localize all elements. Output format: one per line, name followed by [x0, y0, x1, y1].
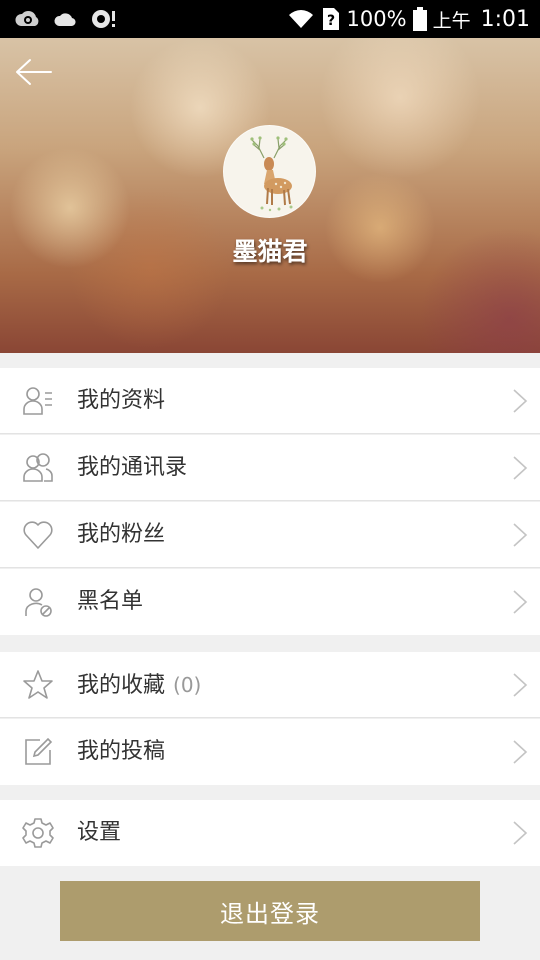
- heart-icon: [23, 521, 53, 549]
- username: 墨猫君: [232, 237, 308, 266]
- menu-label: 我的粉丝: [77, 522, 166, 547]
- deer-illustration: [250, 136, 293, 212]
- battery-percent: 100%: [346, 7, 407, 31]
- chevron-right-icon: [513, 456, 528, 480]
- logout-button[interactable]: 退出登录: [60, 881, 480, 941]
- back-button[interactable]: [12, 52, 56, 92]
- chevron-right-icon: [513, 590, 528, 614]
- contacts-icon: [23, 453, 53, 482]
- sim-unknown-icon: ?: [322, 8, 339, 30]
- cloud-icon: [54, 13, 76, 27]
- menu-item-blacklist[interactable]: 黑名单: [0, 569, 540, 635]
- svg-text:?: ?: [326, 13, 334, 29]
- menu-label: 我的投稿: [77, 739, 166, 764]
- wifi-icon: [288, 10, 313, 28]
- avatar[interactable]: [223, 125, 316, 218]
- battery-icon: [412, 7, 427, 31]
- favorites-count: (0): [173, 673, 202, 697]
- edit-icon: [25, 737, 53, 765]
- gear-icon: [22, 818, 54, 848]
- menu-label: 黑名单: [77, 589, 144, 614]
- menu-item-settings[interactable]: 设置: [0, 800, 540, 866]
- clock-ampm: 上午: [432, 9, 471, 32]
- menu-item-fans[interactable]: 我的粉丝: [0, 502, 540, 568]
- cloud-sync-icon: [15, 10, 39, 26]
- profile-info-icon: [23, 387, 52, 415]
- menu-label: 设置: [77, 820, 122, 845]
- menu-item-favorites[interactable]: 我的收藏 (0): [0, 652, 540, 718]
- chevron-right-icon: [513, 821, 528, 845]
- chevron-right-icon: [513, 740, 528, 764]
- menu-label: 我的通讯录: [77, 455, 188, 480]
- menu-label: 我的收藏 (0): [77, 652, 201, 719]
- menu-item-contacts[interactable]: 我的通讯录: [0, 435, 540, 501]
- chevron-right-icon: [513, 389, 528, 413]
- menu-item-my-profile[interactable]: 我的资料: [0, 368, 540, 434]
- notification-icon: [92, 10, 115, 28]
- menu-label: 我的资料: [77, 388, 166, 413]
- blocked-user-icon: [25, 588, 52, 617]
- clock-time: 1:01: [480, 6, 530, 32]
- back-arrow-icon: [16, 59, 52, 85]
- status-bar: ? 100% 上午 1:01: [0, 0, 540, 38]
- favorites-label: 我的收藏: [77, 673, 166, 698]
- profile-header: 墨猫君: [0, 38, 540, 353]
- chevron-right-icon: [513, 673, 528, 697]
- star-icon: [23, 670, 53, 699]
- chevron-right-icon: [513, 523, 528, 547]
- menu-item-submissions[interactable]: 我的投稿: [0, 719, 540, 785]
